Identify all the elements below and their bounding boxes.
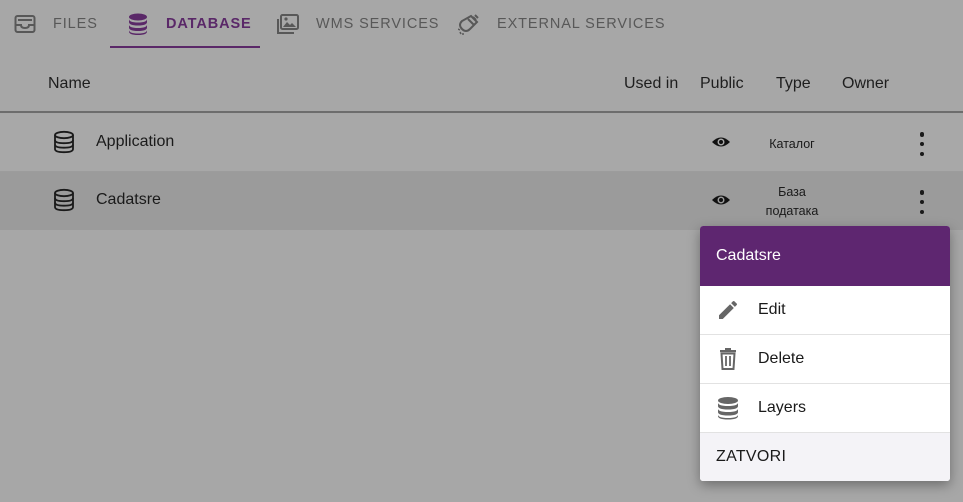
tab-database[interactable]: DATABASE bbox=[110, 0, 260, 48]
magnet-icon bbox=[458, 13, 480, 35]
image-icon bbox=[277, 13, 299, 35]
more-options-icon[interactable] bbox=[912, 190, 932, 214]
row-actions-menu: Cadatsre Edit Delete Layers ZATVORI bbox=[700, 226, 950, 481]
tab-wms-services-label: WMS SERVICES bbox=[316, 16, 440, 32]
menu-title: Cadatsre bbox=[700, 226, 950, 286]
column-header-type[interactable]: Type bbox=[776, 75, 811, 93]
column-header-used-in[interactable]: Used in bbox=[624, 75, 678, 93]
database-icon bbox=[52, 130, 76, 154]
tab-files-label: FILES bbox=[53, 16, 98, 32]
row-type-line2: података bbox=[765, 204, 819, 218]
row-type-line1: Каталог bbox=[769, 137, 815, 151]
tab-files[interactable]: FILES bbox=[14, 0, 98, 48]
table-row[interactable]: Cadatsre База података bbox=[0, 172, 963, 230]
menu-item-layers[interactable]: Layers bbox=[700, 384, 950, 433]
menu-item-delete[interactable]: Delete bbox=[700, 335, 950, 384]
row-name: Cadatsre bbox=[96, 191, 161, 208]
database-icon bbox=[715, 395, 741, 421]
table-row[interactable]: Application Каталог bbox=[0, 114, 963, 172]
database-icon bbox=[52, 188, 76, 212]
column-header-public[interactable]: Public bbox=[700, 75, 744, 93]
tab-external-services-label: EXTERNAL SERVICES bbox=[497, 16, 666, 32]
tab-bar: FILES DATABASE WMS SERVICES EXTERNAL SER… bbox=[0, 0, 963, 48]
menu-item-edit-label: Edit bbox=[758, 301, 786, 318]
inbox-icon bbox=[14, 13, 36, 35]
row-type: База података bbox=[752, 183, 832, 221]
database-page: FILES DATABASE WMS SERVICES EXTERNAL SER… bbox=[0, 0, 963, 502]
row-name: Application bbox=[96, 133, 175, 150]
trash-icon bbox=[715, 346, 741, 372]
column-header-owner[interactable]: Owner bbox=[842, 75, 889, 93]
menu-item-edit[interactable]: Edit bbox=[700, 286, 950, 335]
menu-item-delete-label: Delete bbox=[758, 350, 805, 367]
row-type-line1: База bbox=[778, 185, 806, 199]
menu-item-layers-label: Layers bbox=[758, 399, 807, 416]
tab-external-services[interactable]: EXTERNAL SERVICES bbox=[458, 0, 665, 48]
eye-icon bbox=[711, 192, 731, 208]
more-options-icon[interactable] bbox=[912, 132, 932, 156]
pencil-icon bbox=[715, 297, 741, 323]
eye-icon bbox=[711, 134, 731, 150]
tab-database-label: DATABASE bbox=[166, 16, 252, 32]
row-type: Каталог bbox=[752, 135, 832, 154]
table-header: Name Used in Public Type Owner bbox=[0, 56, 963, 113]
column-header-name[interactable]: Name bbox=[48, 75, 91, 93]
tab-wms-services[interactable]: WMS SERVICES bbox=[277, 0, 439, 48]
database-icon bbox=[127, 13, 149, 35]
close-button[interactable]: ZATVORI bbox=[700, 433, 950, 481]
